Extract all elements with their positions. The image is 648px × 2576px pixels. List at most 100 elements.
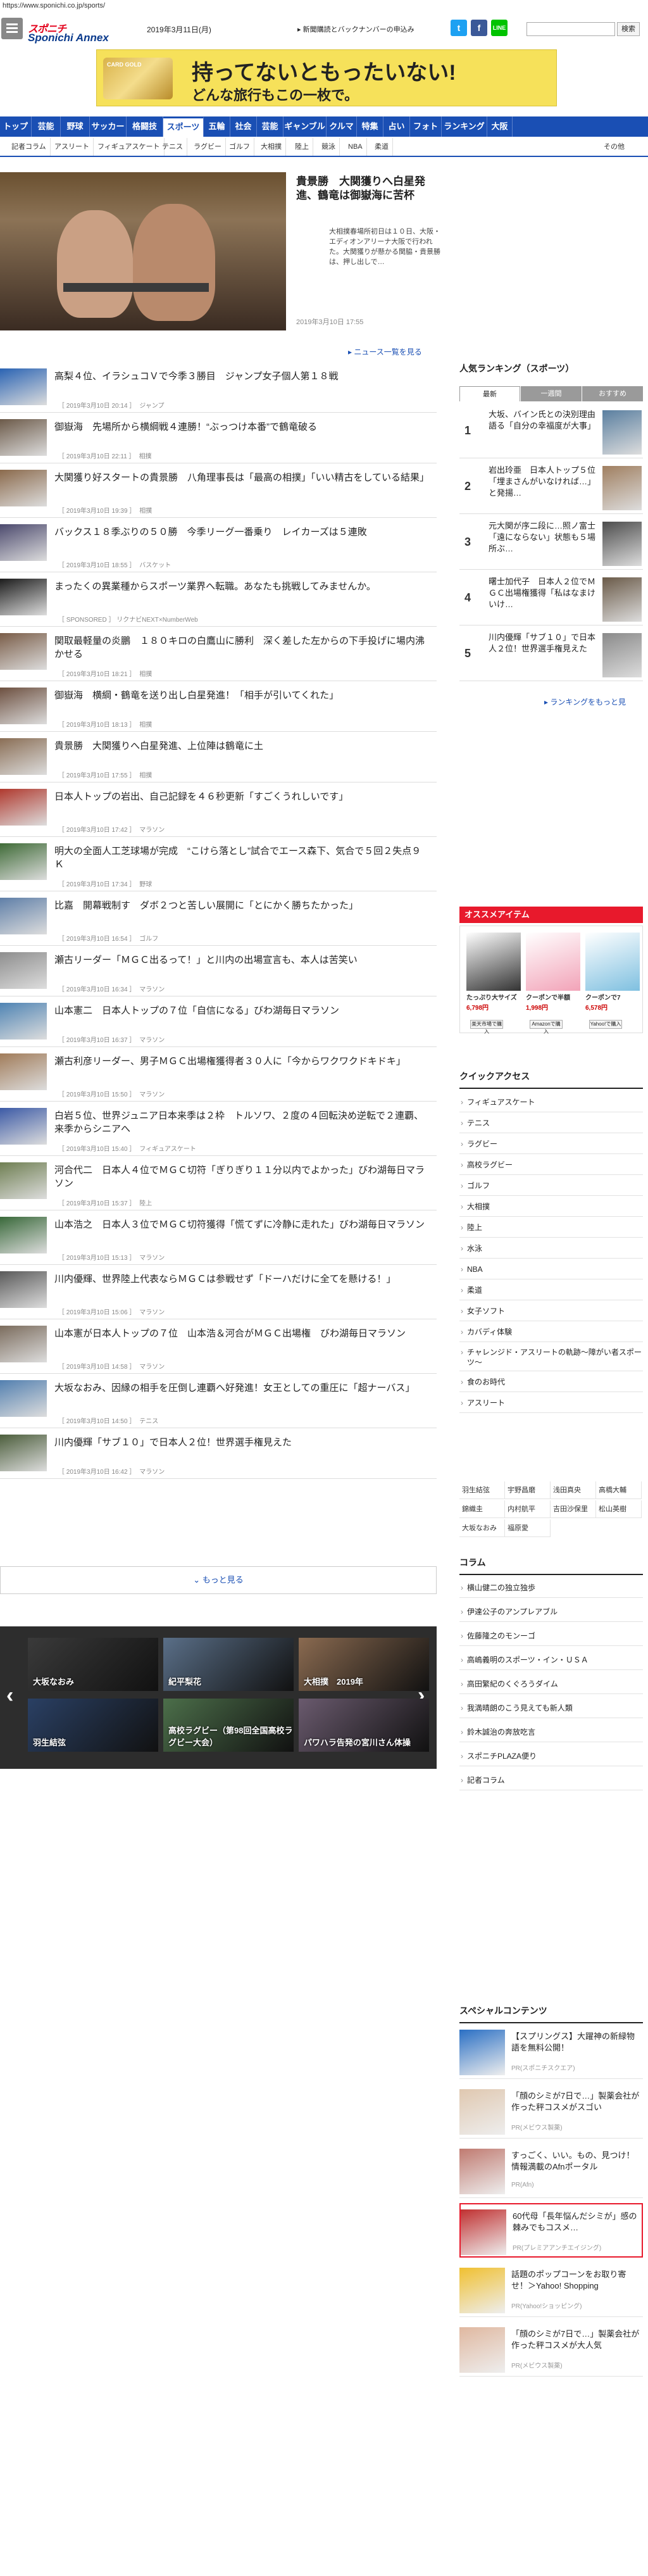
special-item[interactable]: 「顔のシミが7日で…」製薬会社が作った秤コスメがスゴい PR(メビウス製薬) bbox=[459, 2084, 643, 2139]
nav-tab[interactable]: フォト bbox=[410, 116, 442, 137]
news-title[interactable]: 川内優輝「サブ１０」で日本人２位！世界選手権見えた bbox=[54, 1436, 428, 1449]
special-thumbnail[interactable] bbox=[459, 2327, 505, 2373]
news-title[interactable]: 日本人トップの岩出、自己記録を４６秒更新「すごくうれしいです」 bbox=[54, 790, 428, 803]
ranking-item[interactable]: 4 曙士加代子 日本人２位でＭＧＣ出場権獲得「私はなまけいけ… bbox=[459, 572, 643, 625]
news-item[interactable]: 御嶽海 先場所から横綱戦４連勝！“ぶっつけ本番”で鶴竜破る ［ 2019年3月10… bbox=[0, 413, 437, 463]
quick-access-item[interactable]: 柔道 bbox=[459, 1281, 643, 1300]
nav-tab[interactable]: 格闘技 bbox=[127, 116, 163, 137]
news-thumbnail[interactable] bbox=[0, 843, 47, 880]
ranking-tab[interactable]: 最新 bbox=[459, 386, 520, 401]
nav-tab[interactable]: トップ bbox=[0, 116, 32, 137]
subnav-more[interactable]: その他 bbox=[600, 138, 628, 156]
ranking-tab[interactable]: おすすめ bbox=[582, 386, 643, 401]
news-thumbnail[interactable] bbox=[0, 470, 47, 506]
news-title[interactable]: まったくの異業種からスポーツ業界へ転職。あなたも挑戦してみませんか。 bbox=[54, 580, 428, 593]
nav-tab[interactable]: 芸能 bbox=[32, 116, 61, 137]
nav-tab[interactable]: 占い bbox=[383, 116, 410, 137]
nav-tab[interactable]: 野球 bbox=[61, 116, 90, 137]
feature-photo[interactable] bbox=[0, 172, 286, 330]
news-thumbnail[interactable] bbox=[0, 524, 47, 561]
quick-access-item[interactable]: 食のお時代 bbox=[459, 1373, 643, 1392]
subnav-item[interactable]: 競泳 bbox=[318, 138, 340, 156]
ranking-tab[interactable]: 一週間 bbox=[521, 386, 582, 401]
nav-tab[interactable]: 社会 bbox=[230, 116, 257, 137]
special-thumbnail[interactable] bbox=[459, 2030, 505, 2075]
special-thumbnail[interactable] bbox=[461, 2209, 506, 2255]
news-item[interactable]: 白岩５位、世界ジュニア日本来季は２枠 トルソワ、２度の４回転決め逆転で２連覇、来… bbox=[0, 1102, 437, 1156]
special-text[interactable]: 話題のポップコーンをお取り寄せ！＞Yahoo! Shopping bbox=[511, 2269, 642, 2292]
news-thumbnail[interactable] bbox=[0, 633, 47, 670]
product-buy-button[interactable]: 楽天市場で購入 bbox=[470, 1020, 503, 1034]
subnav-item[interactable]: テニス bbox=[158, 138, 187, 156]
special-text[interactable]: 「顔のシミが7日で…」製薬会社が作った秤コスメが大人気 bbox=[511, 2328, 642, 2351]
news-title[interactable]: 御嶽海 横綱・鶴竜を送り出し白星発進！「相手が引いてくれた」 bbox=[54, 689, 428, 702]
special-item[interactable]: 「顔のシミが7日で…」製薬会社が作った秤コスメが大人気 PR(メビウス製薬) bbox=[459, 2322, 643, 2377]
column-item[interactable]: 横山健二の独立独歩 bbox=[459, 1579, 643, 1598]
subnav-item[interactable]: ラグビー bbox=[190, 138, 226, 156]
news-thumbnail[interactable] bbox=[0, 1217, 47, 1253]
gallery-item[interactable]: 高校ラグビー（第98回全国高校ラグビー大会） bbox=[163, 1699, 294, 1752]
news-item[interactable]: 御嶽海 横綱・鶴竜を送り出し白星発進！「相手が引いてくれた」 ［ 2019年3月1… bbox=[0, 681, 437, 732]
quick-access-item[interactable]: アスリート bbox=[459, 1393, 643, 1413]
news-item[interactable]: 比嘉 開幕戦制す ダボ２つと苦しい展開に「とにかく勝ちたかった」 ［ 2019年3… bbox=[0, 891, 437, 946]
subnav-item[interactable]: フィギュアスケート bbox=[94, 138, 165, 156]
news-list-link[interactable]: ▸ ニュース一覧を見る bbox=[348, 346, 422, 357]
rank-text[interactable]: 元大関が序二段に…照ノ富士「遠にならない」状態も５場所ぶ… bbox=[489, 520, 602, 555]
news-thumbnail[interactable] bbox=[0, 1053, 47, 1090]
news-item[interactable]: まったくの異業種からスポーツ業界へ転職。あなたも挑戦してみませんか。 ［ SPON… bbox=[0, 572, 437, 627]
news-item[interactable]: 大関獲り好スタートの貴景勝 八角理事長は「最高の相撲」「いい精古をしている結果」… bbox=[0, 463, 437, 518]
special-text[interactable]: 【スプリングス】大躍神の新緑物語を無料公開！ bbox=[511, 2031, 642, 2054]
news-item[interactable]: 山本浩之 日本人３位でＭＧＣ切符獲得「慌てずに冷静に走れた」びわ湖毎日マラソン ［… bbox=[0, 1210, 437, 1265]
news-title[interactable]: 比嘉 開幕戦制す ダボ２つと苦しい展開に「とにかく勝ちたかった」 bbox=[54, 899, 428, 912]
nav-tab[interactable]: 芸能 bbox=[257, 116, 284, 137]
subnav-item[interactable]: ゴルフ bbox=[225, 138, 254, 156]
news-item[interactable]: 関取最軽量の炎鵬 １８０キロの白鷹山に勝利 深く差した左からの下手投げに場内沸か… bbox=[0, 627, 437, 681]
quick-access-item[interactable]: ゴルフ bbox=[459, 1176, 643, 1196]
special-item[interactable]: 60代母「長年悩んだシミが」感の棘みでもコスメ… PR(プレミアアンチエイジング) bbox=[459, 2203, 643, 2258]
special-thumbnail[interactable] bbox=[459, 2268, 505, 2313]
news-thumbnail[interactable] bbox=[0, 898, 47, 934]
quick-access-item[interactable]: 陸上 bbox=[459, 1218, 643, 1238]
special-thumbnail[interactable] bbox=[459, 2089, 505, 2135]
column-item[interactable]: 我満晴朗のこう見えても新人類 bbox=[459, 1699, 643, 1718]
ranking-more-link[interactable]: ▸ ランキングをもっと見 bbox=[544, 696, 626, 707]
ranking-item[interactable]: 3 元大関が序二段に…照ノ富士「遠にならない」状態も５場所ぶ… bbox=[459, 517, 643, 570]
news-item[interactable]: 明大の全面人工芝球場が完成 “こけら落とし”試合でエース森下、気合で５回２失点９… bbox=[0, 837, 437, 891]
search-input[interactable] bbox=[526, 22, 615, 36]
gallery-prev-icon[interactable]: ‹ bbox=[6, 1683, 13, 1708]
gallery-item[interactable]: 紀平梨花 bbox=[163, 1638, 294, 1691]
news-title[interactable]: 河合代二 日本人４位でＭＧＣ切符「ぎりぎり１１分以内でよかった」びわ湖毎日マラソ… bbox=[54, 1164, 428, 1190]
news-title[interactable]: 山本憲が日本人トップの７位 山本浩＆河合がＭＧＣ出場権 びわ湖毎日マラソン bbox=[54, 1327, 428, 1340]
news-thumbnail[interactable] bbox=[0, 1380, 47, 1417]
nav-tab[interactable]: サッカー bbox=[90, 116, 127, 137]
news-item[interactable]: 大坂なおみ、因縁の相手を圧倒し連覇へ好発進！女王としての重圧に「超ナーバス」 ［ … bbox=[0, 1374, 437, 1428]
nav-tab[interactable]: クルマ bbox=[327, 116, 357, 137]
quick-access-item[interactable]: 女子ソフト bbox=[459, 1302, 643, 1321]
news-thumbnail[interactable] bbox=[0, 789, 47, 826]
ranking-item[interactable]: 2 岩出玲亜 日本人トップ５位「埋まさんがいなければ…」と発揚… bbox=[459, 461, 643, 514]
athlete-link[interactable]: 高橋大輔 bbox=[596, 1481, 642, 1499]
news-item[interactable]: 瀬古利彦リーダー、男子ＭＧＣ出場権獲得者３０人に「今からワクワクドキドキ」 ［ 2… bbox=[0, 1047, 437, 1102]
nav-tab[interactable]: 大阪 bbox=[487, 116, 513, 137]
news-item[interactable]: 川内優輝、世界陸上代表ならＭＧＣは参戦せず「ドーハだけに全てを懸ける！」 ［ 20… bbox=[0, 1265, 437, 1319]
feature-title[interactable]: 貴景勝 大関獲りへ白星発進、鶴竜は御嶽海に苦杯 bbox=[296, 175, 442, 203]
special-item[interactable]: 【スプリングス】大躍神の新緑物語を無料公開！ PR(スポニチスクエア) bbox=[459, 2025, 643, 2079]
quick-access-item[interactable]: チャレンジド・アスリートの軌跡～障がい者スポーツ～ bbox=[459, 1343, 643, 1371]
subnav-item[interactable]: 大相撲 bbox=[257, 138, 286, 156]
news-title[interactable]: バックス１８季ぶりの５０勝 今季リーグ一番乗り レイカーズは５連敗 bbox=[54, 525, 428, 539]
news-item[interactable]: 瀬古リーダー「ＭＧＣ出るって！」と川内の出場宣言も、本人は苦笑い ［ 2019年3… bbox=[0, 946, 437, 996]
athlete-link[interactable]: 大坂なおみ bbox=[459, 1519, 505, 1537]
news-thumbnail[interactable] bbox=[0, 1108, 47, 1145]
special-item[interactable]: 話題のポップコーンをお取り寄せ！＞Yahoo! Shopping PR(Yahoo… bbox=[459, 2263, 643, 2317]
news-thumbnail[interactable] bbox=[0, 1003, 47, 1040]
news-thumbnail[interactable] bbox=[0, 688, 47, 724]
news-item[interactable]: 貴景勝 大関獲りへ白星発進、上位陣は鶴竜に土 ［ 2019年3月10日 17:55… bbox=[0, 732, 437, 782]
athlete-link[interactable]: 錦織圭 bbox=[459, 1500, 505, 1518]
product-image[interactable] bbox=[526, 933, 580, 991]
nav-tab[interactable]: ランキング bbox=[442, 116, 487, 137]
news-thumbnail[interactable] bbox=[0, 1162, 47, 1199]
special-text[interactable]: すっごく、いい。もの、見つけ！情報満載のAfnポータル bbox=[511, 2150, 642, 2173]
gallery-item[interactable]: パワハラ告発の宮川さん体操 bbox=[299, 1699, 429, 1752]
site-logo[interactable]: スポニチ Sponichi Annex bbox=[28, 20, 135, 44]
news-thumbnail[interactable] bbox=[0, 1435, 47, 1471]
